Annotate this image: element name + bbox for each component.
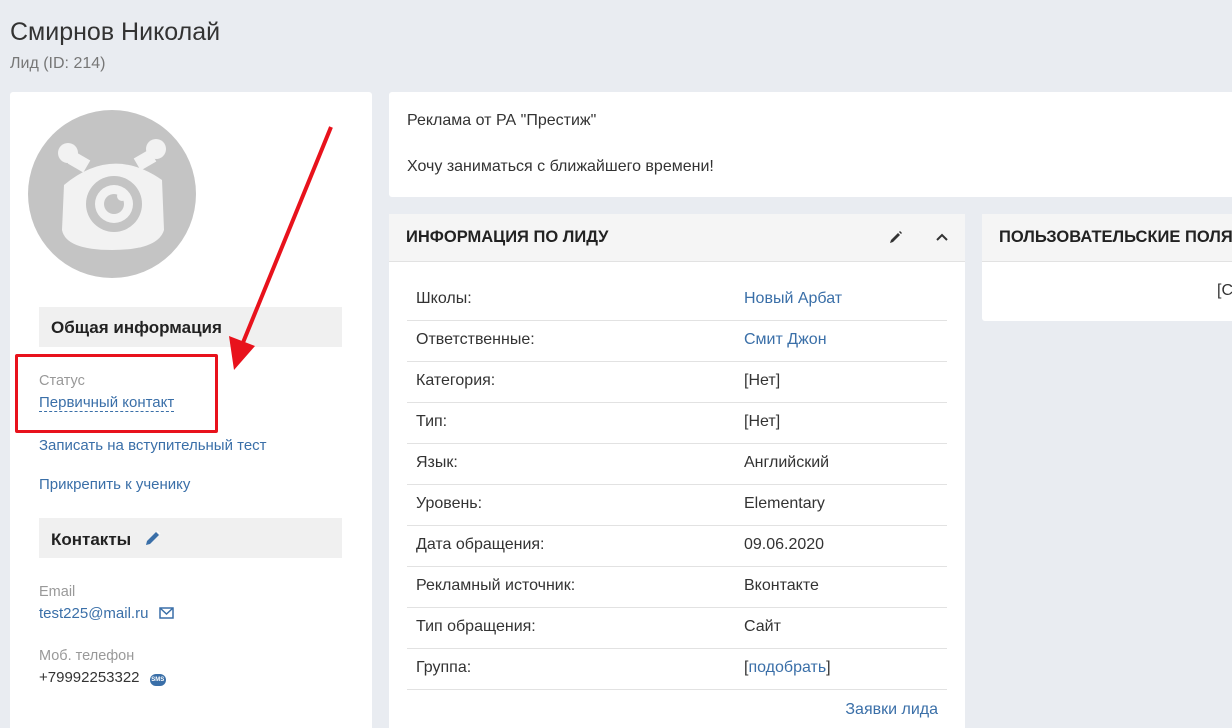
table-row: Группа: [подобрать]	[407, 649, 947, 690]
table-row: Дата обращения: 09.06.2020	[407, 526, 947, 567]
group-value: [подобрать]	[744, 659, 831, 677]
annotation-arrow	[229, 126, 333, 370]
row-value: [Нет]	[744, 413, 781, 430]
row-key: Дата обращения:	[416, 536, 545, 553]
lead-info-title: ИНФОРМАЦИЯ ПО ЛИДУ	[406, 228, 609, 246]
phone-row: +79992253322 SMS	[39, 669, 166, 686]
collapse-chevron-up-icon[interactable]	[933, 228, 951, 246]
table-row: Язык: Английский	[407, 444, 947, 485]
lead-requests-link[interactable]: Заявки лида	[845, 701, 938, 719]
table-row: Тип: [Нет]	[407, 403, 947, 444]
comment-line-2: Хочу заниматься с ближайшего времени!	[407, 158, 714, 175]
bracket-close: ]	[826, 659, 831, 676]
table-row: Школы: Новый Арбат	[407, 280, 947, 321]
edit-contacts-icon[interactable]	[144, 529, 162, 552]
comment-line-1: Реклама от РА "Престиж"	[407, 112, 597, 129]
row-key: Категория:	[416, 372, 496, 389]
avatar-monster-icon	[58, 139, 166, 250]
phone-value: +79992253322	[39, 669, 140, 686]
table-row: Ответственные: Смит Джон	[407, 321, 947, 362]
pick-group-link[interactable]: подобрать	[748, 659, 826, 676]
page-title: Смирнов Николай	[10, 18, 221, 46]
email-row: test225@mail.ru	[39, 605, 174, 623]
custom-fields-card: ПОЛЬЗОВАТЕЛЬСКИЕ ПОЛЯ [С	[982, 214, 1232, 321]
table-row: Категория: [Нет]	[407, 362, 947, 403]
row-key: Тип:	[416, 413, 448, 430]
table-row: Уровень: Elementary	[407, 485, 947, 526]
enroll-test-link[interactable]: Записать на вступительный тест	[39, 437, 267, 454]
avatar	[28, 110, 196, 278]
page-subtitle: Лид (ID: 214)	[10, 55, 106, 72]
row-key: Школы:	[416, 290, 472, 307]
contacts-header: Контакты	[39, 518, 342, 558]
lead-info-table: Школы: Новый Арбат Ответственные: Смит Д…	[407, 280, 947, 690]
custom-fields-value: [С	[1217, 282, 1232, 299]
row-key: Рекламный источник:	[416, 577, 576, 594]
table-row: Рекламный источник: Вконтакте	[407, 567, 947, 608]
attach-student-link[interactable]: Прикрепить к ученику	[39, 476, 190, 493]
row-value: Elementary	[744, 495, 825, 512]
schools-link[interactable]: Новый Арбат	[744, 290, 842, 308]
row-value: Сайт	[744, 618, 781, 635]
envelope-icon[interactable]	[158, 606, 174, 623]
row-value: Английский	[744, 454, 830, 471]
sms-icon[interactable]: SMS	[149, 674, 166, 686]
row-value: 09.06.2020	[744, 536, 825, 553]
highlight-box	[15, 354, 218, 433]
row-value: Вконтакте	[744, 577, 819, 594]
responsible-link[interactable]: Смит Джон	[744, 331, 827, 349]
phone-label: Моб. телефон	[39, 648, 135, 664]
row-value: [Нет]	[744, 372, 781, 389]
contacts-title: Контакты	[51, 530, 132, 549]
lead-info-header: ИНФОРМАЦИЯ ПО ЛИДУ	[389, 214, 965, 262]
comments-card: Реклама от РА "Престиж" Хочу заниматься …	[389, 92, 1232, 197]
lead-info-card: ИНФОРМАЦИЯ ПО ЛИДУ Школы: Новый Арбат От…	[389, 214, 965, 728]
row-key: Группа:	[416, 659, 472, 676]
row-key: Ответственные:	[416, 331, 535, 348]
edit-pencil-icon[interactable]	[887, 228, 905, 246]
row-key: Уровень:	[416, 495, 483, 512]
table-row: Тип обращения: Сайт	[407, 608, 947, 649]
email-label: Email	[39, 584, 76, 600]
row-key: Тип обращения:	[416, 618, 536, 635]
row-key: Язык:	[416, 454, 458, 471]
custom-fields-header: ПОЛЬЗОВАТЕЛЬСКИЕ ПОЛЯ	[982, 214, 1232, 262]
email-link[interactable]: test225@mail.ru	[39, 605, 148, 622]
